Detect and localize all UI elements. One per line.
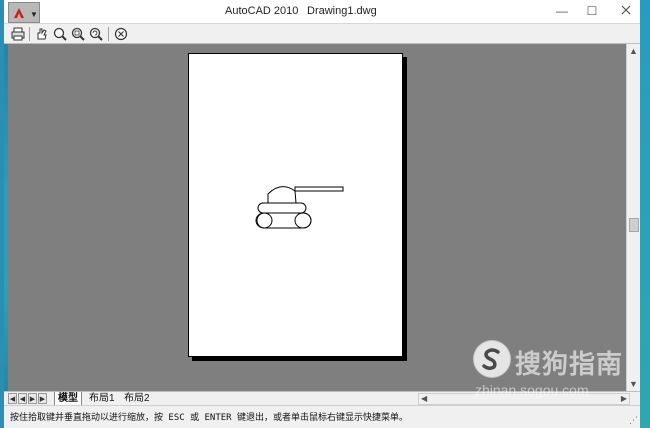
preview-toolbar xyxy=(4,24,640,44)
application-menu-button[interactable]: ▼ xyxy=(8,2,40,23)
close-button[interactable] xyxy=(618,3,634,19)
tank-drawing xyxy=(255,186,344,229)
zoom-realtime-icon xyxy=(53,27,67,41)
pan-button[interactable] xyxy=(34,26,50,42)
status-bar: 按住拾取键并垂直拖动以进行缩放，按 ESC 或 ENTER 键退出，或者单击鼠标… xyxy=(4,405,640,428)
watermark-url: zhinan.sogou.com xyxy=(475,382,589,398)
sogou-watermark: 搜狗指南 zhinan.sogou.com xyxy=(467,338,637,400)
close-icon xyxy=(621,5,631,15)
zoom-window-button[interactable] xyxy=(70,26,86,42)
scroll-up-icon[interactable]: ▲ xyxy=(629,46,638,56)
close-preview-button[interactable] xyxy=(113,26,129,42)
prev-tab-icon[interactable]: ◀ xyxy=(18,393,27,404)
maximize-button[interactable]: ☐ xyxy=(582,3,602,19)
desktop-left-edge xyxy=(0,0,4,428)
app-title: AutoCAD 2010 xyxy=(225,5,299,17)
sogou-logo-icon xyxy=(473,340,511,378)
minimize-button[interactable]: — xyxy=(552,3,572,19)
resize-grip-icon[interactable]: ⋰ xyxy=(629,415,638,426)
chevron-down-icon: ▼ xyxy=(30,10,38,19)
title-bar: ▼ AutoCAD 2010 Drawing1.dwg — ☐ xyxy=(4,0,640,24)
vertical-scroll-thumb[interactable] xyxy=(629,218,639,232)
zoom-original-button[interactable] xyxy=(88,26,104,42)
autocad-logo-icon xyxy=(14,8,24,18)
first-tab-icon[interactable]: ◀ xyxy=(8,393,17,404)
toolbar-separator xyxy=(108,27,109,41)
print-button[interactable] xyxy=(10,26,26,42)
zoom-original-icon xyxy=(89,27,103,41)
toolbar-separator xyxy=(29,27,30,41)
scroll-left-icon[interactable]: ◀ xyxy=(421,394,427,403)
desktop-right-edge xyxy=(640,0,650,428)
close-preview-icon xyxy=(114,27,128,41)
zoom-realtime-button[interactable] xyxy=(52,26,68,42)
pan-icon xyxy=(37,28,47,40)
tab-model[interactable]: 模型 xyxy=(54,392,82,406)
document-title: Drawing1.dwg xyxy=(307,5,377,17)
last-tab-icon[interactable]: ▶ xyxy=(38,393,47,404)
paper-sheet xyxy=(188,53,403,357)
print-icon xyxy=(11,27,25,41)
status-message: 按住拾取键并垂直拖动以进行缩放，按 ESC 或 ENTER 键退出，或者单击鼠标… xyxy=(10,413,409,423)
tab-layout1[interactable]: 布局1 xyxy=(86,392,118,406)
next-tab-icon[interactable]: ▶ xyxy=(28,393,37,404)
zoom-window-icon xyxy=(71,27,85,41)
tab-layout2[interactable]: 布局2 xyxy=(121,392,153,406)
watermark-brand: 搜狗指南 xyxy=(515,350,624,380)
